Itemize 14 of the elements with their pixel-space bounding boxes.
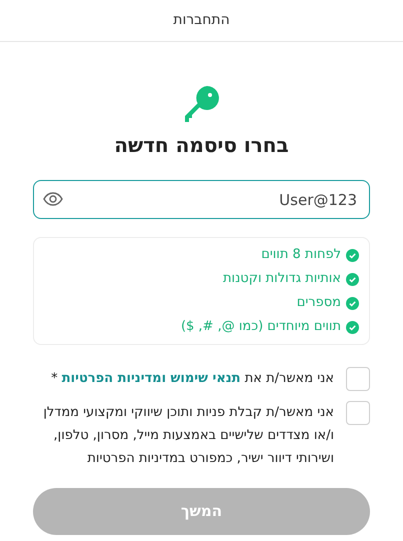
page-title: התחברות [173,11,230,30]
eye-icon[interactable] [43,192,63,206]
page-heading: בחרו סיסמה חדשה [113,132,290,159]
consent-text: אני מאשר/ת את תנאי שימוש ומדיניות הפרטיות * [51,370,334,388]
consent-checkbox[interactable] [346,367,370,391]
password-field[interactable]: User@123 [33,180,370,219]
requirement-text: אותיות גדולות וקטנות [223,270,341,288]
key-icon [184,86,218,122]
requirement-text: מספרים [296,294,341,312]
consent-text: אני מאשר/ת קבלת פניות ותוכן שיווקי ומקצועי ממדלן ו/או מצדדים שלישיים באמצעות מייל, מסרון, טלפון, ושירותי דיוור ישיר, כמפורט במדיניות הפרטיות [42,404,334,468]
consent-checkbox[interactable] [346,401,370,425]
requirement-text: תווים מיוחדים (כמו @, #, $) [180,318,341,336]
terms-link[interactable]: תנאי שימוש ומדיניות הפרטיות [62,371,241,386]
requirement-text: לפחות 8 תווים [261,246,341,264]
